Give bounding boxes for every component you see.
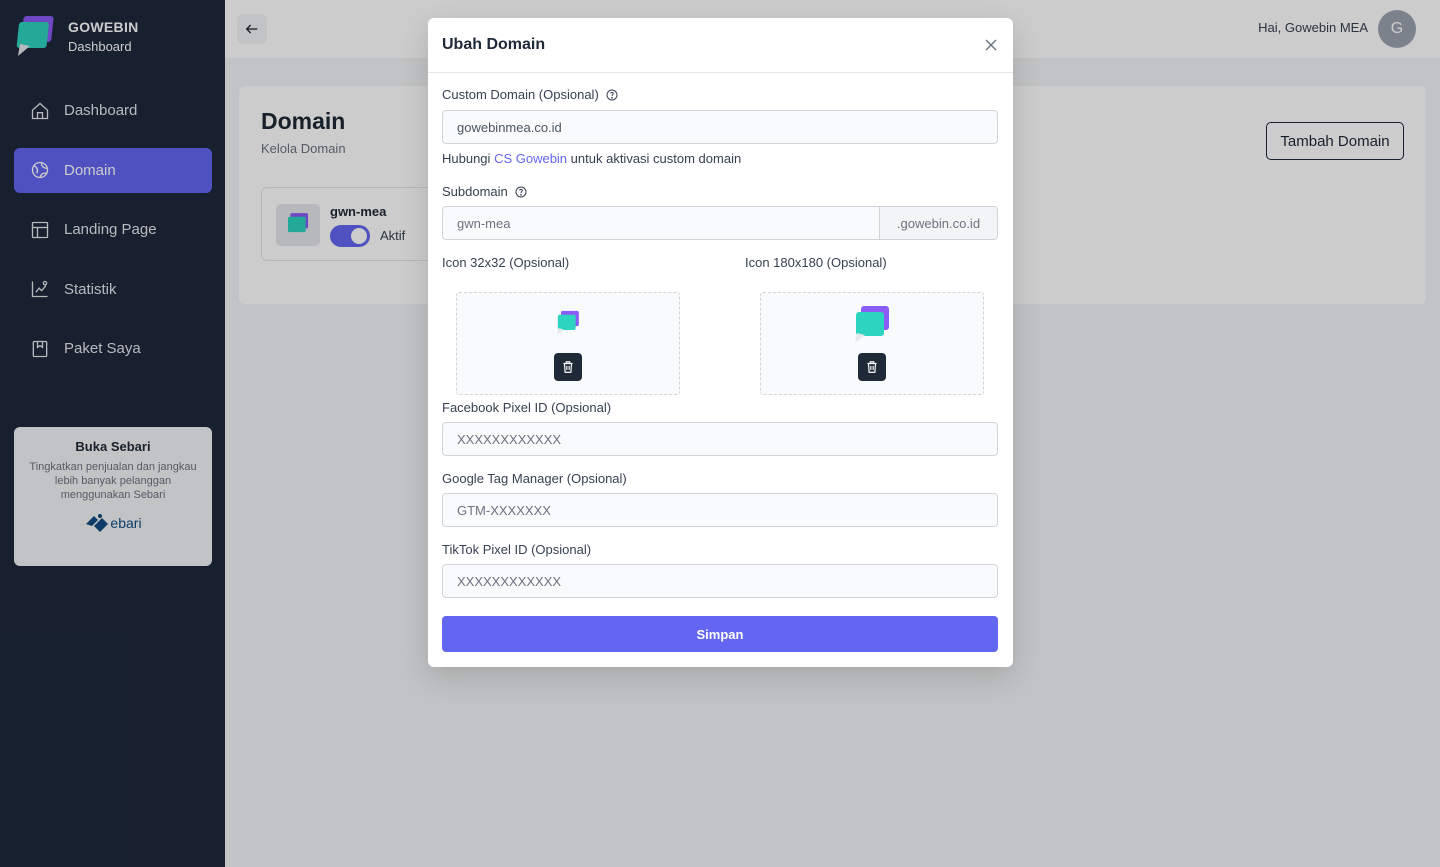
hint-prefix: Hubungi [442, 151, 491, 166]
delete-icon-small-button[interactable] [554, 353, 582, 381]
custom-domain-input[interactable]: gowebinmea.co.id [442, 110, 998, 144]
gowebin-logo-icon [557, 310, 579, 335]
icon-large-label: Icon 180x180 (Opsional) [745, 255, 887, 270]
custom-domain-value: gowebinmea.co.id [457, 119, 562, 135]
close-icon [985, 39, 997, 51]
modal-title: Ubah Domain [442, 36, 546, 53]
subdomain-field: gwn-mea .gowebin.co.id [442, 206, 998, 240]
cs-gowebin-link[interactable]: CS Gowebin [494, 151, 567, 166]
icon-small-label: Icon 32x32 (Opsional) [442, 255, 570, 270]
hint-suffix: untuk aktivasi custom domain [570, 151, 742, 166]
facebook-pixel-placeholder: XXXXXXXXXXXX [457, 431, 562, 447]
icon-small-upload[interactable] [456, 292, 680, 395]
close-button[interactable] [983, 37, 999, 53]
save-button[interactable]: Simpan [442, 616, 998, 652]
delete-icon-large-button[interactable] [858, 353, 886, 381]
tiktok-pixel-placeholder: XXXXXXXXXXXX [457, 573, 562, 589]
google-tag-placeholder: GTM-XXXXXXX [457, 502, 551, 518]
custom-domain-label-text: Custom Domain (Opsional) [442, 87, 599, 102]
help-icon[interactable] [515, 186, 527, 198]
subdomain-label-text: Subdomain [442, 184, 508, 199]
facebook-pixel-label: Facebook Pixel ID (Opsional) [442, 400, 612, 415]
subdomain-suffix: .gowebin.co.id [879, 206, 998, 240]
custom-domain-label: Custom Domain (Opsional) [442, 87, 618, 102]
google-tag-input[interactable]: GTM-XXXXXXX [442, 493, 998, 527]
edit-domain-modal: Ubah Domain Custom Domain (Opsional) gow… [428, 18, 1013, 667]
google-tag-label: Google Tag Manager (Opsional) [442, 471, 627, 486]
subdomain-input[interactable]: gwn-mea [442, 206, 879, 240]
help-icon[interactable] [606, 89, 618, 101]
trash-icon [867, 361, 877, 373]
facebook-pixel-input[interactable]: XXXXXXXXXXXX [442, 422, 998, 456]
subdomain-label: Subdomain [442, 184, 527, 199]
icon-large-upload[interactable] [760, 292, 984, 395]
custom-domain-hint: Hubungi CS Gowebin untuk aktivasi custom… [442, 151, 741, 166]
modal-header: Ubah Domain [428, 18, 1013, 73]
tiktok-pixel-label: TikTok Pixel ID (Opsional) [442, 542, 592, 557]
tiktok-pixel-input[interactable]: XXXXXXXXXXXX [442, 564, 998, 598]
subdomain-value: gwn-mea [457, 215, 511, 231]
trash-icon [563, 361, 573, 373]
gowebin-logo-icon [855, 306, 889, 343]
